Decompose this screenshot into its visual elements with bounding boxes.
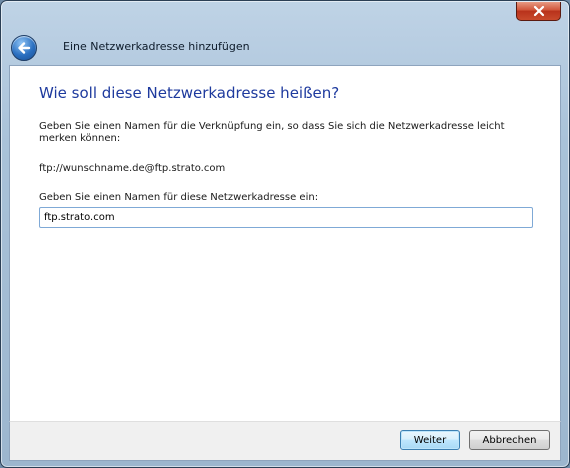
- network-address-text: ftp://wunschname.de@ftp.strato.com: [39, 163, 226, 174]
- page-heading: Wie soll diese Netzwerkadresse heißen?: [39, 84, 340, 102]
- title-bar: Eine Netzwerkadresse hinzufügen: [1, 1, 569, 65]
- next-button[interactable]: Weiter: [400, 430, 460, 450]
- close-icon: [533, 5, 544, 17]
- wizard-window: Eine Netzwerkadresse hinzufügen Wie soll…: [0, 0, 570, 468]
- close-button[interactable]: [516, 2, 561, 21]
- window-title: Eine Netzwerkadresse hinzufügen: [63, 40, 250, 53]
- back-arrow-icon: [18, 42, 31, 54]
- back-button[interactable]: [11, 35, 37, 61]
- description-text: Geben Sie einen Namen für die Verknüpfun…: [39, 121, 505, 144]
- name-field-label: Geben Sie einen Namen für diese Netzwerk…: [39, 192, 319, 203]
- cancel-button[interactable]: Abbrechen: [469, 430, 550, 450]
- network-name-input[interactable]: [39, 207, 533, 228]
- wizard-content: [9, 65, 561, 422]
